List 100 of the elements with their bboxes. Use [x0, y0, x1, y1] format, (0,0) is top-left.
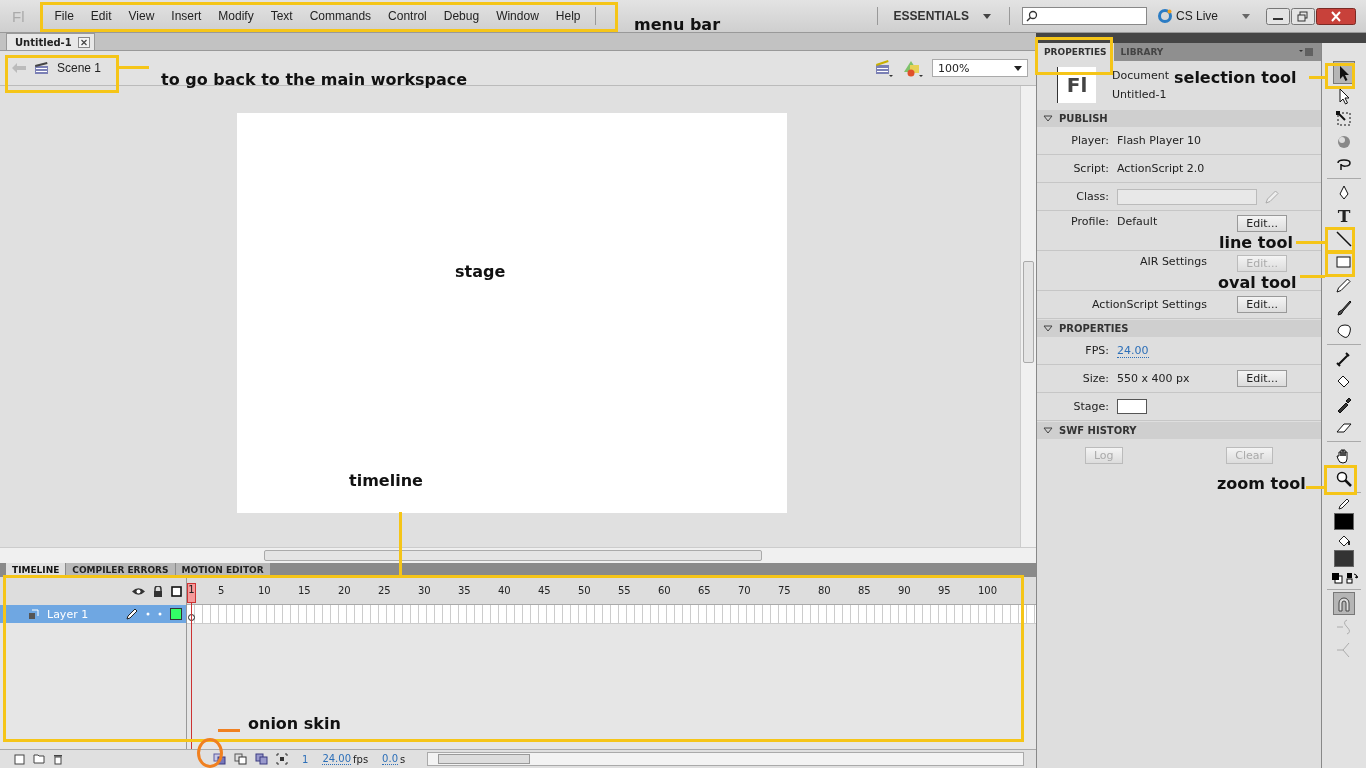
- panel-collapse-bar[interactable]: [1036, 33, 1366, 43]
- highlight-frame: [1325, 227, 1355, 253]
- frame-rate[interactable]: 24.00: [322, 753, 351, 765]
- section-header[interactable]: PUBLISH: [1037, 110, 1321, 127]
- menu-item[interactable]: Debug: [435, 9, 488, 23]
- text-tool[interactable]: T: [1333, 204, 1355, 227]
- vertical-scrollbar[interactable]: [1020, 86, 1036, 547]
- property-value: 550 x 400 px: [1117, 372, 1190, 385]
- edit-button[interactable]: Edit...: [1237, 296, 1287, 313]
- frame-number: 10: [258, 585, 271, 596]
- frame-number: 60: [658, 585, 671, 596]
- section-header[interactable]: PROPERTIES: [1037, 320, 1321, 337]
- frame-number: 35: [458, 585, 471, 596]
- line-icon: [1335, 229, 1353, 248]
- outline-icon[interactable]: [171, 585, 182, 597]
- elapsed-time: 0.0: [382, 753, 398, 765]
- menu-item[interactable]: Window: [487, 9, 548, 23]
- zoom-dropdown[interactable]: 100%: [932, 59, 1028, 77]
- property-value: Default: [1117, 215, 1158, 228]
- stroke-color-swatch[interactable]: [1334, 513, 1354, 530]
- leader-line: [399, 512, 402, 575]
- section-header[interactable]: SWF HISTORY: [1037, 422, 1321, 439]
- dropdown-caret-icon[interactable]: [1242, 13, 1250, 19]
- horizontal-scrollbar[interactable]: [427, 752, 1024, 766]
- edit-button[interactable]: Edit...: [1237, 215, 1287, 232]
- brush-icon: [1335, 298, 1353, 317]
- scene-breadcrumb[interactable]: Scene 1: [57, 61, 102, 75]
- folder-icon[interactable]: [33, 754, 45, 764]
- stage-color-swatch[interactable]: [1117, 399, 1147, 414]
- menu-item[interactable]: Text: [262, 9, 302, 23]
- pencil-icon[interactable]: [1337, 497, 1351, 511]
- property-label: Class:: [1075, 190, 1109, 203]
- zoom-icon: [1335, 469, 1353, 488]
- fps-value[interactable]: 24.00: [1117, 343, 1149, 358]
- minimize-icon[interactable]: [1266, 7, 1290, 25]
- menu-item[interactable]: Control: [379, 9, 436, 23]
- menu-item[interactable]: Edit: [82, 9, 121, 23]
- playhead-marker[interactable]: 1: [187, 583, 196, 603]
- search-icon: [1025, 10, 1038, 22]
- annotation-label: oval tool: [1218, 273, 1297, 292]
- leader-line: [119, 66, 149, 69]
- frame-number: 80: [818, 585, 831, 596]
- edit-frames-icon[interactable]: [255, 753, 268, 765]
- highlight-circle: [197, 738, 223, 768]
- frame-cells[interactable]: [187, 605, 1036, 624]
- frame-rate-unit: fps: [353, 753, 369, 765]
- menu-item[interactable]: File: [46, 9, 83, 23]
- horizontal-scrollbar[interactable]: [0, 547, 1036, 563]
- frame-number: 30: [418, 585, 431, 596]
- onion-skin-icon[interactable]: [213, 753, 226, 765]
- document-icon: Fl: [1057, 67, 1096, 103]
- document-tab[interactable]: Untitled-1: [6, 33, 95, 50]
- workspace-switcher[interactable]: ESSENTIALS: [883, 9, 983, 23]
- property-label: Script:: [1072, 162, 1109, 175]
- close-icon[interactable]: [77, 37, 90, 48]
- panel-tab[interactable]: PROPERTIES: [1037, 43, 1114, 61]
- menu-item[interactable]: Modify: [209, 9, 263, 23]
- caret-icon[interactable]: [982, 13, 991, 19]
- dot-icon[interactable]: [158, 612, 162, 616]
- annotation-label: selection tool: [1174, 68, 1297, 87]
- frame-number: 65: [698, 585, 711, 596]
- eye-icon[interactable]: [132, 586, 145, 596]
- menu-item[interactable]: Commands: [301, 9, 380, 23]
- close-icon[interactable]: [1316, 7, 1356, 25]
- triangle-icon: [1043, 427, 1053, 434]
- paint-bucket-icon[interactable]: [1337, 534, 1351, 548]
- annotation-label: timeline: [349, 471, 423, 490]
- highlight-frame: [1325, 251, 1355, 277]
- markers-icon[interactable]: [276, 753, 288, 765]
- annotation-label: stage: [455, 262, 506, 281]
- search-field[interactable]: [1021, 7, 1147, 25]
- curve-icon: [1335, 617, 1353, 636]
- default-colors-icon[interactable]: [1330, 572, 1343, 584]
- property-label: ActionScript Settings: [1091, 298, 1207, 311]
- frame-number: 95: [938, 585, 951, 596]
- edit-button[interactable]: Edit...: [1237, 370, 1287, 387]
- clapperboard-icon[interactable]: [874, 58, 894, 78]
- cs-live-button[interactable]: CS Live: [1156, 8, 1218, 24]
- frame-number: 40: [498, 585, 511, 596]
- lock-icon[interactable]: [153, 585, 163, 597]
- trash-icon[interactable]: [53, 753, 63, 765]
- leader-line: [1296, 241, 1325, 244]
- property-label: AIR Settings: [1138, 255, 1207, 268]
- class-field[interactable]: [1117, 188, 1257, 205]
- frame-number: 15: [298, 585, 311, 596]
- property-label: Stage:: [1072, 400, 1109, 413]
- onion-outline-icon[interactable]: [234, 753, 247, 765]
- layer-icon: [28, 608, 39, 620]
- menu-item[interactable]: Help: [547, 9, 589, 23]
- swap-colors-icon[interactable]: [1345, 572, 1358, 584]
- fill-color-swatch[interactable]: [1334, 550, 1354, 567]
- dot-icon[interactable]: [146, 612, 150, 616]
- annotation-label: line tool: [1219, 233, 1293, 252]
- menu-item[interactable]: View: [120, 9, 163, 23]
- restore-icon[interactable]: [1291, 7, 1315, 25]
- new-layer-icon[interactable]: [14, 753, 25, 765]
- property-label: Profile:: [1070, 215, 1109, 228]
- layer-color-swatch[interactable]: [170, 608, 182, 620]
- frame-number: 25: [378, 585, 391, 596]
- menu-item[interactable]: Insert: [162, 9, 210, 23]
